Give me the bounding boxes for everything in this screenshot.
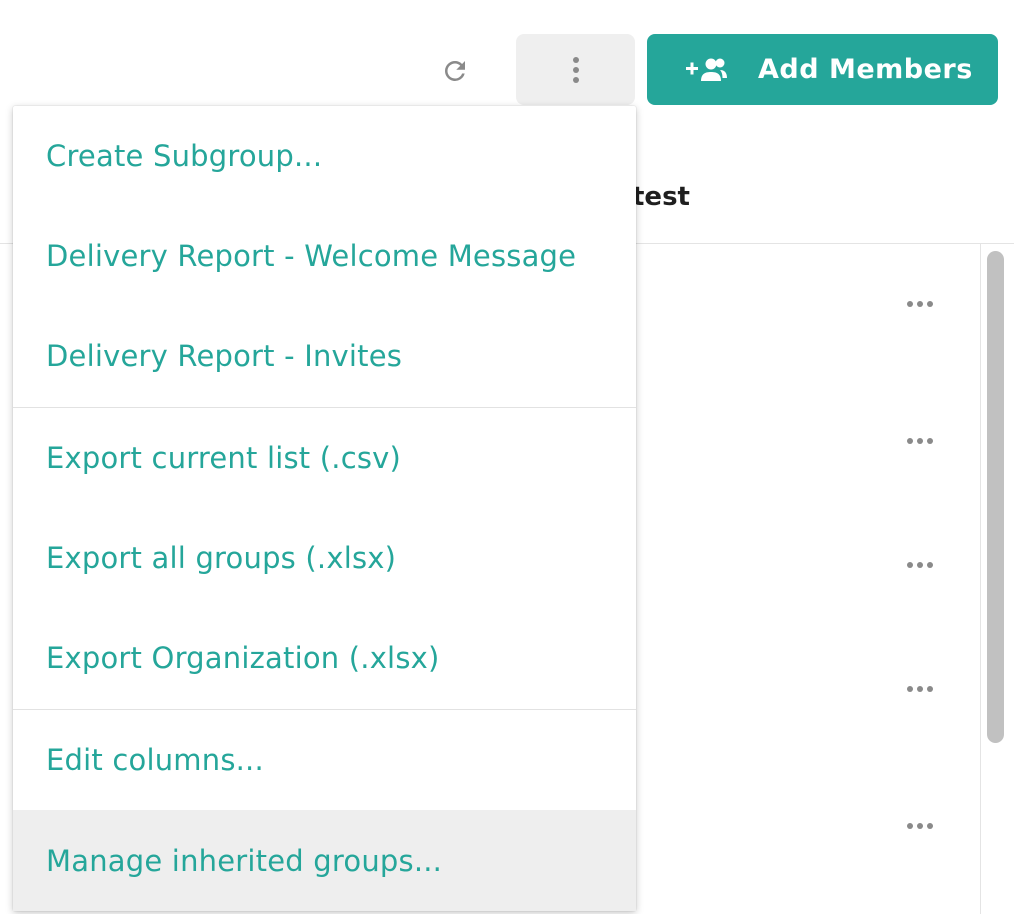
menu-item-delivery-report-welcome[interactable]: Delivery Report - Welcome Message	[13, 206, 636, 306]
refresh-button[interactable]	[432, 48, 478, 94]
more-options-button[interactable]	[516, 34, 635, 105]
menu-item-label: Create Subgroup...	[46, 139, 323, 173]
menu-item-label: Delivery Report - Welcome Message	[46, 239, 577, 273]
menu-item-label: Export Organization (.xlsx)	[46, 641, 440, 675]
menu-item-manage-inherited-groups[interactable]: Manage inherited groups...	[13, 810, 636, 911]
menu-item-export-organization[interactable]: Export Organization (.xlsx)	[13, 608, 636, 708]
menu-item-create-subgroup[interactable]: Create Subgroup...	[13, 106, 636, 206]
row-menu-button[interactable]	[902, 816, 938, 836]
column-header[interactable]: test	[632, 182, 690, 212]
refresh-icon	[445, 61, 465, 81]
menu-item-label: Manage inherited groups...	[46, 843, 443, 878]
more-vertical-icon	[572, 56, 579, 83]
scrollbar-track	[980, 244, 981, 914]
add-group-icon	[684, 55, 728, 85]
add-members-label: Add Members	[758, 54, 973, 85]
add-members-button[interactable]: Add Members	[647, 34, 998, 105]
row-menu-button[interactable]	[902, 294, 938, 314]
menu-item-label: Export all groups (.xlsx)	[46, 541, 397, 575]
row-menu-button[interactable]	[902, 555, 938, 575]
menu-item-edit-columns[interactable]: Edit columns...	[13, 710, 636, 810]
more-options-menu: Create Subgroup... Delivery Report - Wel…	[13, 106, 636, 911]
menu-item-export-all-groups[interactable]: Export all groups (.xlsx)	[13, 508, 636, 608]
menu-item-label: Edit columns...	[46, 743, 264, 777]
menu-item-label: Export current list (.csv)	[46, 441, 402, 475]
menu-item-label: Delivery Report - Invites	[46, 339, 403, 373]
scrollbar-thumb[interactable]	[987, 251, 1004, 743]
menu-item-export-current-list[interactable]: Export current list (.csv)	[13, 408, 636, 508]
row-menu-button[interactable]	[902, 431, 938, 451]
row-menu-button[interactable]	[902, 679, 938, 699]
menu-item-delivery-report-invites[interactable]: Delivery Report - Invites	[13, 306, 636, 406]
page: Add Members test Create Subgroup... Deli…	[0, 0, 1014, 914]
